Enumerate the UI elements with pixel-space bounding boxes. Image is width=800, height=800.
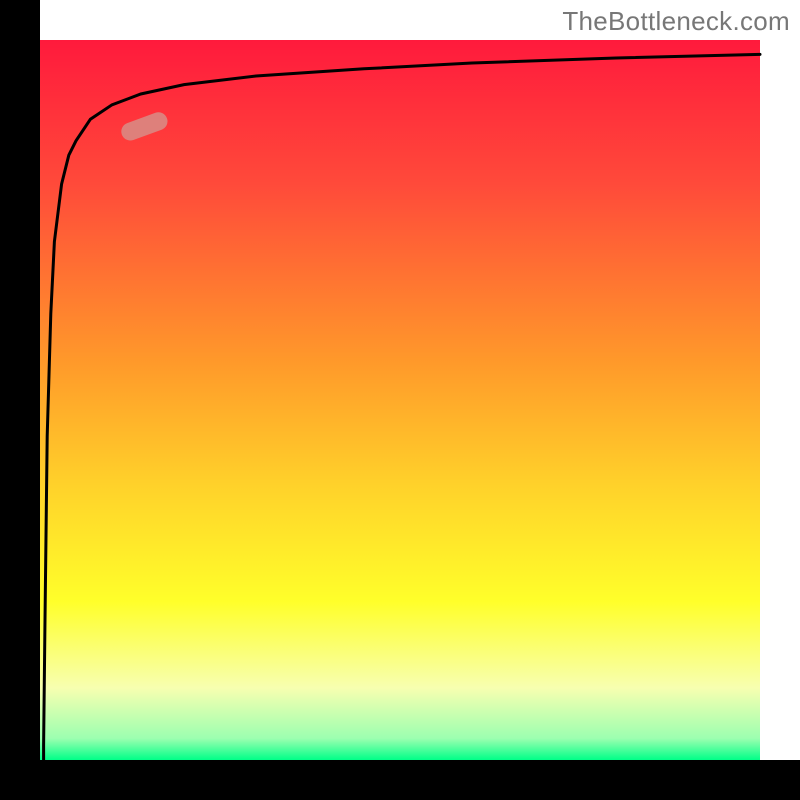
chart-frame: TheBottleneck.com <box>0 0 800 800</box>
y-axis <box>0 0 40 800</box>
plot-background <box>40 40 760 760</box>
x-axis <box>0 760 800 800</box>
watermark-text: TheBottleneck.com <box>562 6 790 37</box>
chart-svg <box>0 0 800 800</box>
